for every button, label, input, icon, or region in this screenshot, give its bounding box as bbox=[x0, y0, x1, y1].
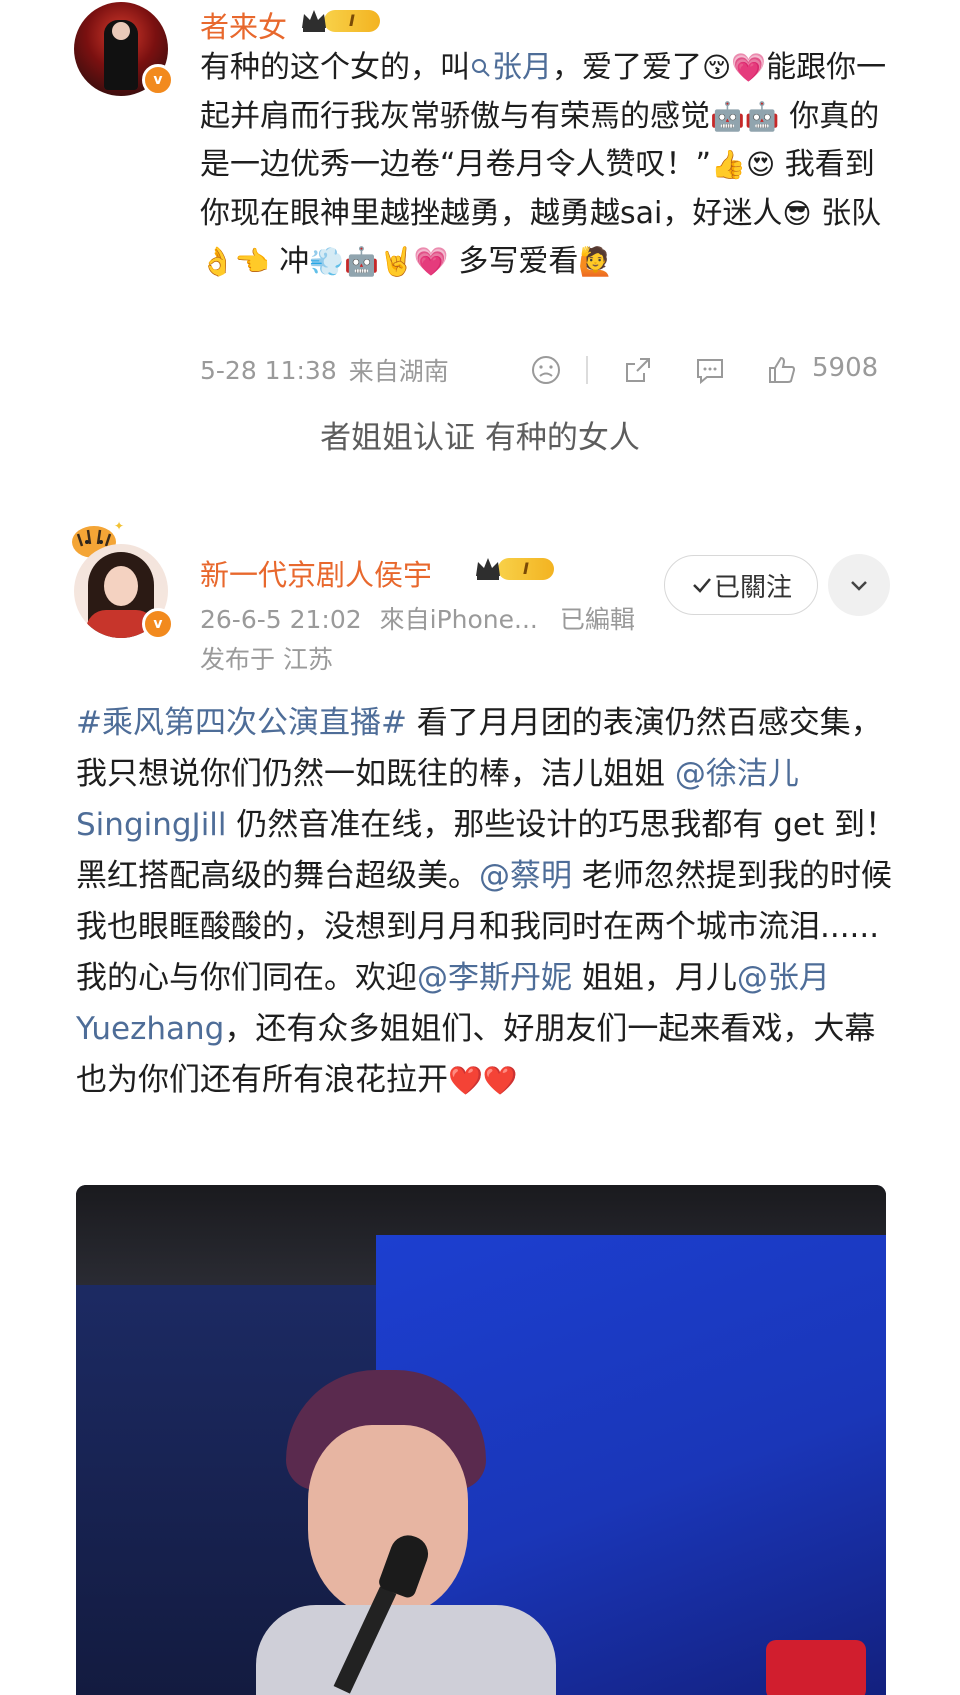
post-username[interactable]: 新一代京剧人侯宇 bbox=[200, 552, 432, 594]
dislike-icon[interactable] bbox=[530, 354, 562, 386]
emoji-icon: 😎 bbox=[782, 196, 812, 230]
text-segment: 张队 bbox=[811, 195, 882, 231]
emoji-icon: 🤖 bbox=[744, 99, 780, 133]
emoji-icon: 😚 bbox=[702, 51, 732, 84]
mention-link[interactable]: #乘风第四次公演直播# bbox=[76, 705, 407, 741]
comment-time: 5-28 11:38 bbox=[200, 355, 337, 385]
comment-meta: 5-28 11:38 来自湖南 5908 bbox=[200, 350, 900, 390]
post-edited: 已編輯 bbox=[559, 605, 635, 634]
check-icon bbox=[693, 578, 711, 593]
text-segment: 冲 bbox=[269, 244, 310, 279]
comment-text: 有种的这个女的，叫 张月，爱了爱了😚💗能跟你一起并肩而行我灰常骄傲与有荣焉的感觉🤖… bbox=[200, 44, 900, 287]
emoji-icon: 👈 bbox=[234, 245, 270, 278]
post-text: #乘风第四次公演直播# 看了月月团的表演仍然百感交集，我只想说你们仍然一如既往的… bbox=[76, 698, 896, 1106]
mention-link[interactable]: @蔡明 bbox=[479, 858, 572, 894]
text-segment: 姐姐，月儿 bbox=[572, 960, 737, 996]
text-segment: 有种的这个女的，叫 bbox=[200, 50, 470, 85]
emoji-icon: 👌 bbox=[200, 245, 235, 278]
search-link[interactable]: 张月 bbox=[492, 50, 552, 85]
emoji-icon: 👍 bbox=[711, 148, 746, 181]
comment-source: 来自湖南 bbox=[348, 357, 449, 386]
chevron-down-icon bbox=[851, 581, 867, 591]
level-badge: I bbox=[300, 8, 380, 34]
emoji-icon: 💗 bbox=[413, 245, 449, 278]
emoji-icon: 🙋 bbox=[578, 245, 614, 278]
post-location: 发布于 江苏 bbox=[200, 645, 333, 674]
mention-link[interactable]: @李斯丹妮 bbox=[417, 960, 572, 996]
level-badge: I bbox=[474, 556, 554, 582]
emoji-icon: 🤖 bbox=[710, 99, 745, 133]
emoji-icon: 🤘 bbox=[379, 245, 414, 278]
svg-text:✦: ✦ bbox=[114, 520, 124, 533]
emoji-icon: ❤️ bbox=[482, 1064, 518, 1097]
emoji-icon: ❤️ bbox=[448, 1064, 483, 1097]
emoji-icon: 💨 bbox=[309, 245, 345, 278]
like-icon[interactable] bbox=[766, 354, 798, 386]
text-segment: ，爱了爱了 bbox=[552, 50, 702, 85]
search-icon bbox=[470, 50, 492, 85]
comment-username[interactable]: 者来女 bbox=[200, 4, 287, 46]
post-image[interactable] bbox=[76, 1185, 886, 1695]
post-time: 26-6-5 21:02 bbox=[200, 605, 362, 634]
divider bbox=[586, 356, 588, 384]
post-meta: 26-6-5 21:02 來自iPhone... 已編輯 bbox=[200, 600, 635, 636]
emoji-icon: 🤖 bbox=[344, 245, 380, 278]
verified-badge-icon: v bbox=[142, 608, 174, 640]
crown-icon bbox=[476, 558, 500, 580]
comment-icon[interactable] bbox=[694, 354, 726, 386]
verified-badge-icon: v bbox=[142, 64, 174, 96]
emoji-icon: 💗 bbox=[731, 51, 767, 84]
caption-text: 者姐姐认证 有种的女人 bbox=[320, 420, 640, 456]
follow-label: 已關注 bbox=[713, 572, 792, 603]
follow-button[interactable]: 已關注 bbox=[664, 555, 818, 615]
emoji-icon: 😍 bbox=[745, 148, 776, 181]
share-icon[interactable] bbox=[622, 354, 654, 386]
like-count: 5908 bbox=[812, 353, 879, 383]
post-source: 來自iPhone... bbox=[379, 605, 538, 634]
more-options-button[interactable] bbox=[828, 554, 890, 616]
text-segment: 多写爱看 bbox=[448, 244, 579, 279]
crown-icon bbox=[302, 10, 326, 32]
